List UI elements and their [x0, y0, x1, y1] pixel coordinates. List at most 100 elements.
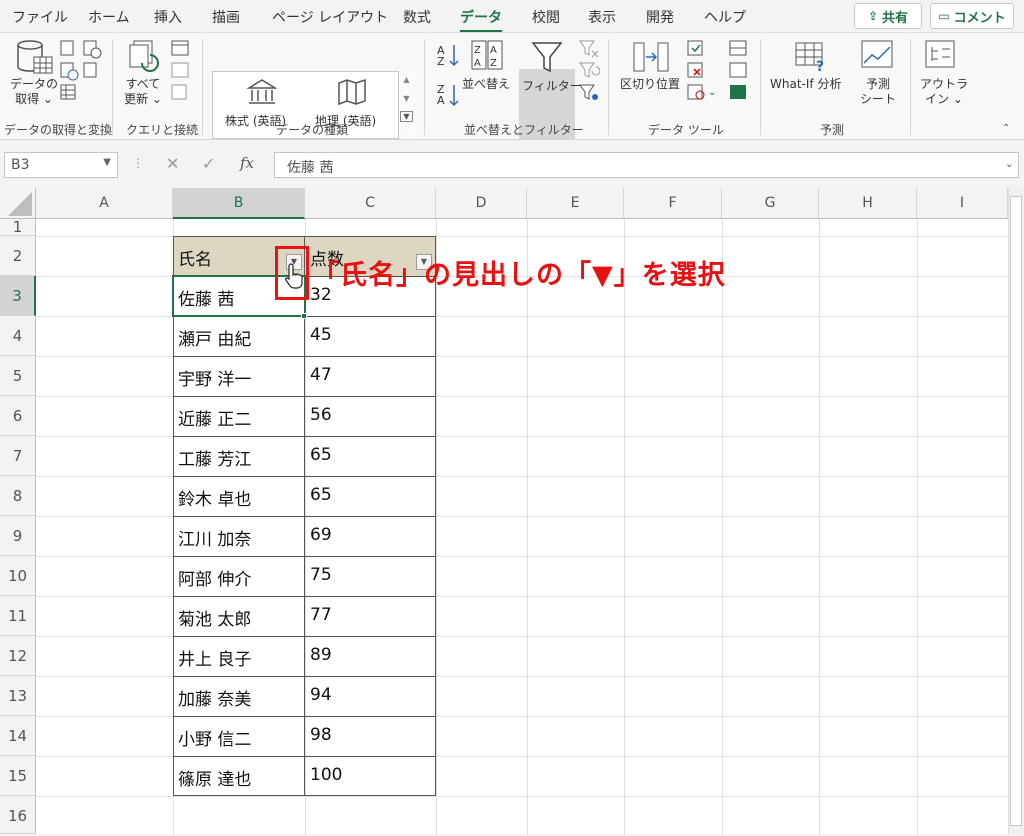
col-header-c[interactable]: C — [305, 188, 436, 219]
insert-function-icon[interactable]: fx — [240, 154, 254, 172]
expand-formula-icon[interactable]: ⌄ — [1005, 157, 1014, 170]
tab-insert[interactable]: 挿入 — [154, 7, 182, 27]
table-row-border — [173, 436, 436, 437]
row-header-10[interactable]: 10 — [0, 556, 36, 596]
score-cell[interactable]: 77 — [305, 605, 332, 625]
share-button[interactable]: ⇪ 共有 — [854, 3, 922, 29]
row-header-7[interactable]: 7 — [0, 436, 36, 476]
score-cell[interactable]: 69 — [305, 525, 332, 545]
table-row-border — [173, 716, 436, 717]
score-cell[interactable]: 94 — [305, 685, 332, 705]
svg-text:Z: Z — [490, 58, 497, 69]
filter-button[interactable]: フィルター — [522, 79, 582, 94]
get-data-button[interactable]: データの 取得 ⌄ — [10, 77, 58, 107]
col-header-f[interactable]: F — [624, 188, 722, 219]
scrollbar-thumb[interactable] — [1010, 196, 1022, 826]
tab-help[interactable]: ヘルプ — [704, 7, 746, 27]
name-cell[interactable]: 篠原 達也 — [173, 765, 251, 790]
col-header-e[interactable]: E — [527, 188, 624, 219]
row-header-3[interactable]: 3 — [0, 276, 36, 316]
score-cell[interactable]: 75 — [305, 565, 332, 585]
chevron-down-icon[interactable]: ▼ — [399, 94, 414, 103]
score-cell[interactable]: 100 — [305, 765, 342, 785]
name-cell[interactable]: 小野 信二 — [173, 725, 251, 750]
svg-text:Z: Z — [437, 55, 445, 68]
table-row-border — [173, 476, 436, 477]
gallery-scroll[interactable]: ▲ ▼ ▼ — [398, 71, 414, 139]
svg-text:A: A — [490, 45, 497, 56]
chevron-up-icon[interactable]: ▲ — [399, 75, 414, 84]
row-header-14[interactable]: 14 — [0, 716, 36, 756]
col-header-g[interactable]: G — [722, 188, 819, 219]
tab-view[interactable]: 表示 — [588, 7, 616, 27]
tab-draw[interactable]: 描画 — [212, 7, 240, 27]
score-cell[interactable]: 89 — [305, 645, 332, 665]
forecast-sheet-button[interactable]: 予測 シート — [860, 77, 896, 107]
bank-icon — [247, 79, 277, 104]
score-cell[interactable]: 47 — [305, 365, 332, 385]
col-header-a[interactable]: A — [36, 188, 173, 219]
score-cell[interactable]: 98 — [305, 725, 332, 745]
col-header-h[interactable]: H — [819, 188, 917, 219]
select-all-corner[interactable] — [0, 188, 36, 219]
score-cell[interactable]: 45 — [305, 325, 332, 345]
row-header-13[interactable]: 13 — [0, 676, 36, 716]
row-header-8[interactable]: 8 — [0, 476, 36, 516]
row-header-9[interactable]: 9 — [0, 516, 36, 556]
row-header-2[interactable]: 2 — [0, 236, 36, 276]
col-header-i[interactable]: I — [917, 188, 1008, 219]
fill-handle[interactable] — [301, 313, 307, 319]
enter-icon[interactable]: ✓ — [202, 154, 215, 173]
row-header-15[interactable]: 15 — [0, 756, 36, 796]
sort-button[interactable]: 並べ替え — [462, 77, 510, 92]
row-header-6[interactable]: 6 — [0, 396, 36, 436]
score-cell[interactable]: 56 — [305, 405, 332, 425]
tab-file[interactable]: ファイル — [12, 7, 68, 27]
svg-text:Z: Z — [474, 45, 481, 56]
name-cell[interactable]: 瀬戸 由紀 — [173, 325, 251, 350]
gallery-expand-icon[interactable]: ▼ — [400, 111, 413, 122]
formula-input[interactable]: 佐藤 茜 ⌄ — [274, 152, 1019, 178]
name-cell[interactable]: 工藤 芳江 — [173, 445, 251, 470]
name-cell[interactable]: 加藤 奈美 — [173, 685, 251, 710]
tab-page-layout[interactable]: ページ レイアウト — [272, 7, 388, 27]
score-cell[interactable]: 65 — [305, 445, 332, 465]
col-header-b[interactable]: B — [173, 188, 305, 219]
collapse-ribbon-icon[interactable]: ⌃ — [1002, 123, 1010, 134]
tab-data[interactable]: データ — [460, 7, 502, 33]
name-cell[interactable]: 江川 加奈 — [173, 525, 251, 550]
tab-formulas[interactable]: 数式 — [403, 7, 431, 27]
group-label-data-tools: データ ツール — [648, 123, 724, 137]
ribbon: データの 取得 ⌄ すべて 更新 ⌄ 株式 (英語) 地理 (英語) ▲ ▼ ▼ — [0, 32, 1024, 140]
name-cell[interactable]: 菊池 太郎 — [173, 605, 251, 630]
name-box[interactable]: B3 ▼ — [4, 152, 118, 178]
table-row-border — [173, 676, 436, 677]
row-header-16[interactable]: 16 — [0, 796, 36, 834]
tab-review[interactable]: 校閲 — [532, 7, 560, 27]
table-row-border — [173, 516, 436, 517]
col-header-d[interactable]: D — [436, 188, 527, 219]
refresh-all-icon — [129, 40, 159, 72]
chevron-down-icon[interactable]: ▼ — [103, 157, 111, 168]
what-if-button[interactable]: What-If 分析 — [770, 77, 841, 92]
tab-developer[interactable]: 開発 — [646, 7, 674, 27]
name-cell[interactable]: 阿部 伸介 — [173, 565, 251, 590]
name-cell[interactable]: 近藤 正二 — [173, 405, 251, 430]
row-header-1[interactable]: 1 — [0, 219, 36, 236]
name-cell[interactable]: 宇野 洋一 — [173, 365, 251, 390]
comment-icon: ▭ — [938, 9, 950, 23]
comment-button[interactable]: ▭ コメント — [930, 3, 1014, 29]
name-cell[interactable]: 井上 良子 — [173, 645, 251, 670]
row-header-12[interactable]: 12 — [0, 636, 36, 676]
row-header-11[interactable]: 11 — [0, 596, 36, 636]
name-cell[interactable]: 鈴木 卓也 — [173, 485, 251, 510]
table-row-border — [173, 756, 436, 757]
score-cell[interactable]: 65 — [305, 485, 332, 505]
row-header-5[interactable]: 5 — [0, 356, 36, 396]
outline-button[interactable]: アウトラ イン ⌄ — [920, 77, 968, 107]
refresh-all-button[interactable]: すべて 更新 ⌄ — [124, 77, 162, 107]
cancel-icon[interactable]: ✕ — [166, 154, 179, 173]
tab-home[interactable]: ホーム — [88, 7, 130, 27]
row-header-4[interactable]: 4 — [0, 316, 36, 356]
text-to-columns-button[interactable]: 区切り位置 — [620, 77, 680, 92]
